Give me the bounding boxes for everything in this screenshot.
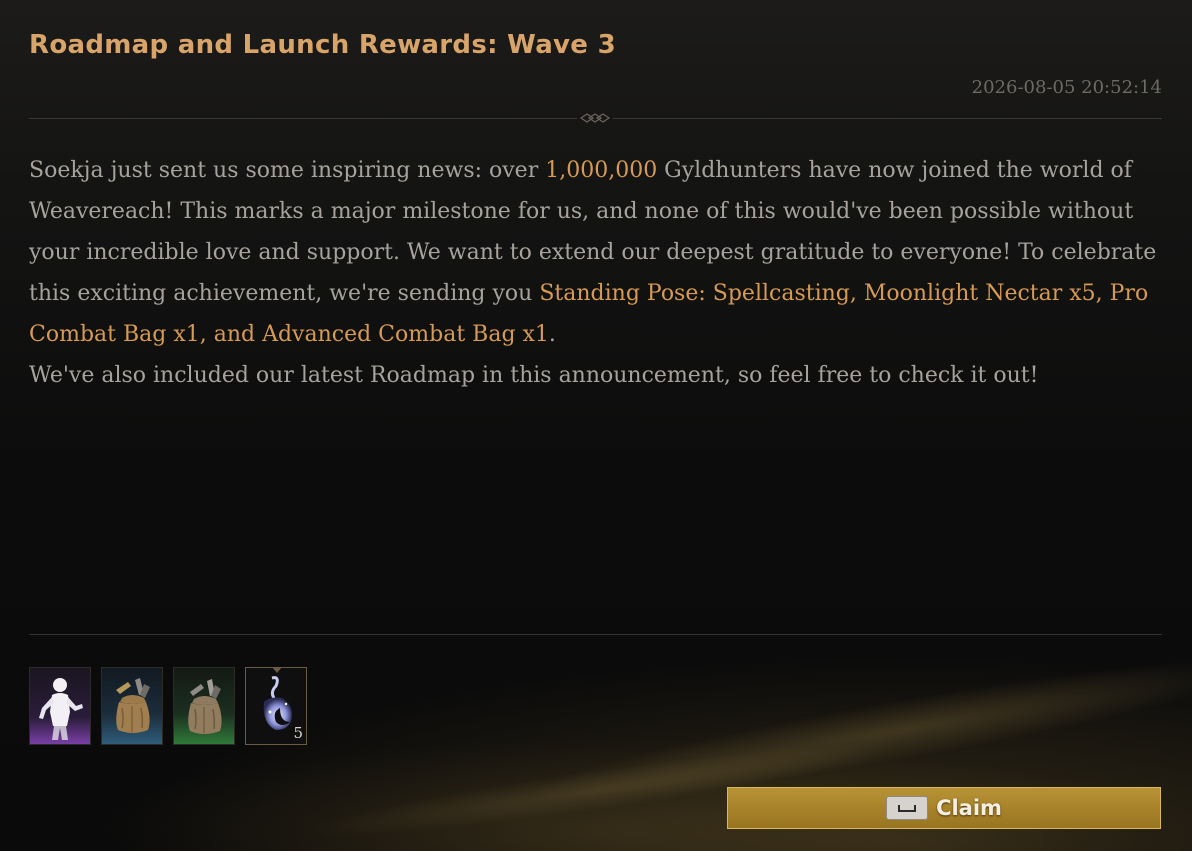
mail-body: Soekja just sent us some inspiring news:… — [29, 150, 1169, 396]
body-text-segment: . — [548, 322, 556, 347]
claim-label: Claim — [936, 796, 1002, 820]
mail-detail-panel: Roadmap and Launch Rewards: Wave 3 2026-… — [0, 0, 1192, 851]
player-count-highlight: 1,000,000 — [545, 158, 658, 183]
advanced-combat-bag-icon — [188, 679, 222, 734]
mail-title: Roadmap and Launch Rewards: Wave 3 — [29, 30, 616, 60]
spacebar-key-icon — [886, 796, 929, 820]
reward-item-standing-pose[interactable] — [29, 667, 91, 745]
reward-item-pro-combat-bag[interactable] — [101, 667, 163, 745]
mail-timestamp: 2026-08-05 20:52:14 — [971, 77, 1162, 98]
pro-combat-bag-icon — [116, 678, 150, 733]
reward-list: 5 — [29, 667, 307, 745]
rewards-divider — [29, 634, 1162, 635]
roadmap-note: We've also included our latest Roadmap i… — [29, 363, 1039, 388]
reward-item-moonlight-nectar[interactable]: 5 — [245, 667, 307, 745]
body-text-segment: Soekja just sent us some inspiring news:… — [29, 158, 546, 183]
standing-pose-icon — [39, 678, 83, 740]
reward-item-advanced-combat-bag[interactable] — [173, 667, 235, 745]
divider-ornament-icon — [577, 111, 613, 125]
reward-count: 5 — [293, 724, 303, 742]
claim-button[interactable]: Claim — [727, 787, 1161, 829]
